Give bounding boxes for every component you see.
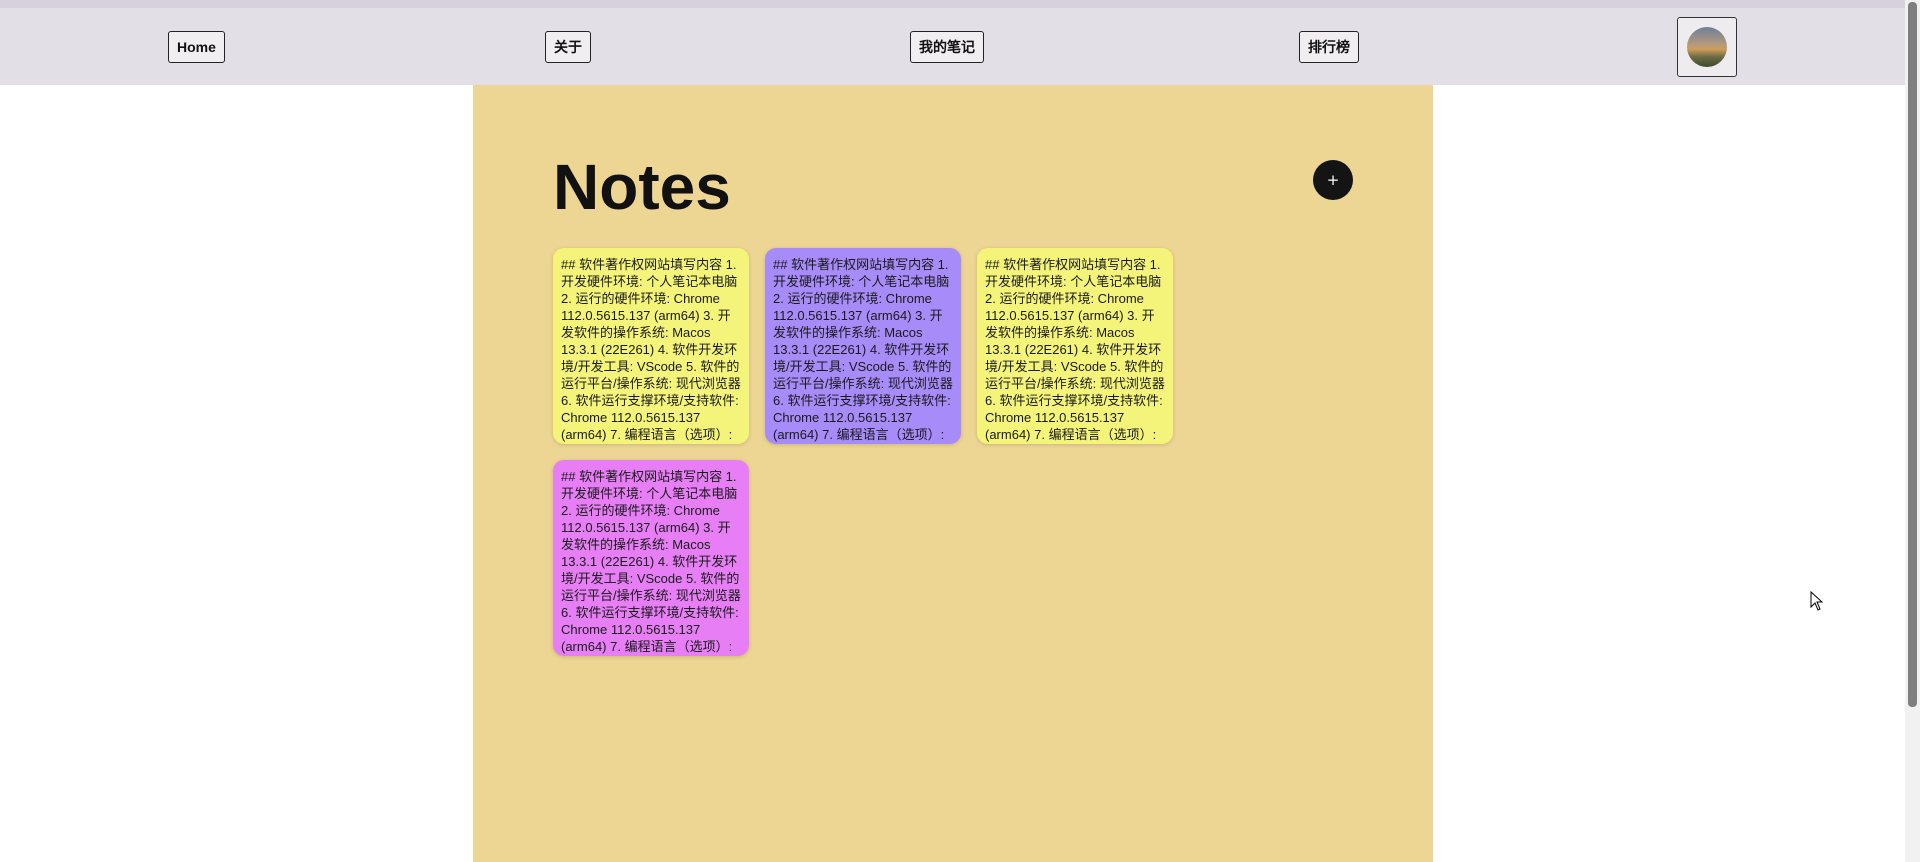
nav-home-button[interactable]: Home [168, 31, 225, 63]
note-card[interactable]: ## 软件著作权网站填写内容 1. 开发硬件环境: 个人笔记本电脑 2. 运行的… [765, 248, 961, 444]
page-title: Notes [553, 151, 731, 223]
user-avatar-button[interactable] [1677, 17, 1737, 77]
note-card[interactable]: ## 软件著作权网站填写内容 1. 开发硬件环境: 个人笔记本电脑 2. 运行的… [977, 248, 1173, 444]
page-scrollbar[interactable] [1905, 0, 1920, 862]
add-note-button[interactable]: + [1313, 160, 1353, 200]
note-text: ## 软件著作权网站填写内容 1. 开发硬件环境: 个人笔记本电脑 2. 运行的… [561, 469, 741, 654]
note-text: ## 软件著作权网站填写内容 1. 开发硬件环境: 个人笔记本电脑 2. 运行的… [773, 257, 953, 442]
nav-ranking-button[interactable]: 排行榜 [1299, 31, 1359, 63]
note-text: ## 软件著作权网站填写内容 1. 开发硬件环境: 个人笔记本电脑 2. 运行的… [985, 257, 1165, 442]
note-card[interactable]: ## 软件著作权网站填写内容 1. 开发硬件环境: 个人笔记本电脑 2. 运行的… [553, 248, 749, 444]
notes-panel: Notes + ## 软件著作权网站填写内容 1. 开发硬件环境: 个人笔记本电… [473, 85, 1433, 862]
nav-my-notes-button[interactable]: 我的笔记 [910, 31, 984, 63]
scrollbar-thumb[interactable] [1908, 2, 1917, 707]
note-card[interactable]: ## 软件著作权网站填写内容 1. 开发硬件环境: 个人笔记本电脑 2. 运行的… [553, 460, 749, 656]
browser-top-strip [0, 0, 1905, 8]
avatar [1687, 27, 1727, 67]
nav-about-button[interactable]: 关于 [545, 31, 591, 63]
mouse-cursor-icon [1810, 591, 1824, 611]
note-text: ## 软件著作权网站填写内容 1. 开发硬件环境: 个人笔记本电脑 2. 运行的… [561, 257, 741, 442]
top-navbar: Home 关于 我的笔记 排行榜 [0, 8, 1905, 85]
